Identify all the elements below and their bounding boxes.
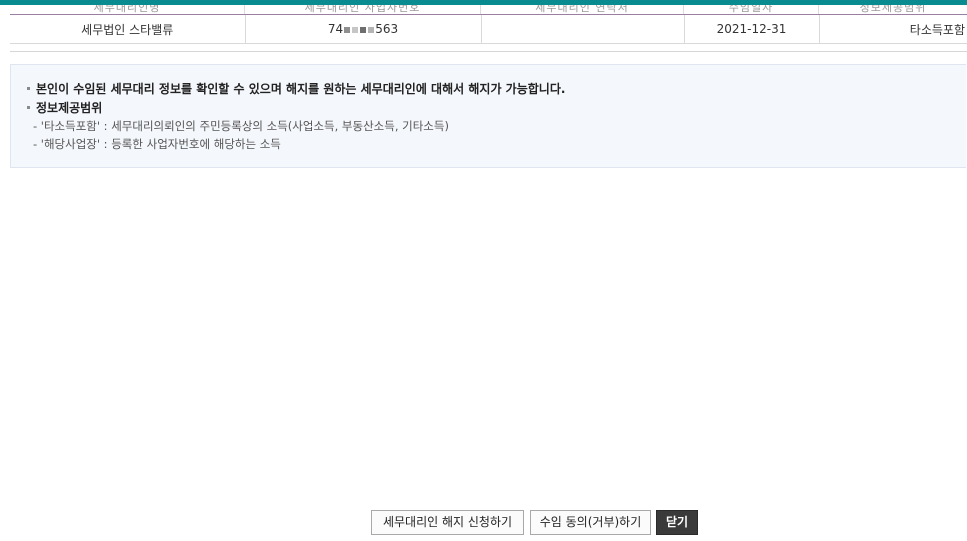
cancel-agent-button[interactable]: 세무대리인 해지 신청하기 xyxy=(371,510,524,535)
column-header-contact: 세무대리인 연락처 xyxy=(481,5,684,14)
section-divider xyxy=(10,51,967,52)
bullet-icon xyxy=(27,106,30,109)
notice-box: 본인이 수임된 세무대리 정보를 확인할 수 있으며 해지를 원하는 세무대리인… xyxy=(10,64,966,168)
table-header-strip: 세무대리인명 세무대리인 사업자번호 세무대리인 연락처 수임일자 정보제공범위 xyxy=(10,5,967,15)
consent-button[interactable]: 수임 동의(거부)하기 xyxy=(530,510,651,535)
column-header-date: 수임일자 xyxy=(684,5,819,14)
notice-item-1: 본인이 수임된 세무대리 정보를 확인할 수 있으며 해지를 원하는 세무대리인… xyxy=(27,80,565,97)
agent-contact-cell xyxy=(481,15,685,44)
notice-subitem-2: - '해당사업장' : 등록한 사업자번호에 해당하는 소득 xyxy=(33,137,281,151)
bullet-icon xyxy=(27,87,30,90)
masked-digits xyxy=(343,22,375,36)
notice-subitem-1: - '타소득포함' : 세무대리의뢰인의 주민등록상의 소득(사업소득, 부동산… xyxy=(33,119,449,133)
agent-bizno-cell: 74 563 xyxy=(245,15,482,44)
column-header-agent-name: 세무대리인명 xyxy=(10,5,245,14)
notice-item-2: 정보제공범위 xyxy=(27,99,102,116)
agent-name-cell: 세무법인 스타밸류 xyxy=(10,15,246,44)
agent-table: 세무법인 스타밸류 74 563 2021-12-31 타소득포함 xyxy=(10,15,967,44)
bizno-suffix: 563 xyxy=(375,22,399,36)
info-scope-cell: 타소득포함 xyxy=(819,15,967,44)
bizno-prefix: 74 xyxy=(327,22,344,36)
table-row[interactable]: 세무법인 스타밸류 74 563 2021-12-31 타소득포함 xyxy=(10,15,967,44)
appointment-date-cell: 2021-12-31 xyxy=(684,15,820,44)
column-header-scope: 정보제공범위 xyxy=(859,5,927,14)
close-button[interactable]: 닫기 xyxy=(656,510,698,535)
column-header-bizno: 세무대리인 사업자번호 xyxy=(245,5,481,14)
